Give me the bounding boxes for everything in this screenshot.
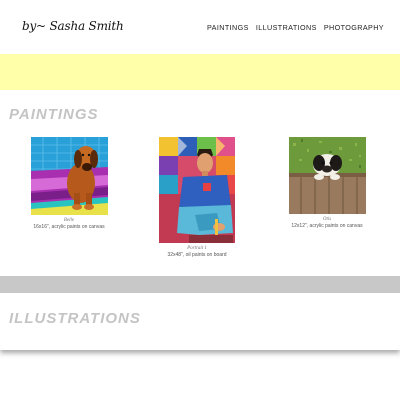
- site-logo[interactable]: by~ Sasha Smith: [22, 19, 124, 33]
- belle-painting-image[interactable]: [30, 137, 108, 215]
- site-header: by~ Sasha Smith PAINTINGS ILLUSTRATIONS …: [0, 0, 400, 54]
- illustrations-heading: ILLUSTRATIONS: [9, 310, 141, 327]
- otis-painting-image[interactable]: [288, 137, 366, 214]
- banner: [0, 54, 400, 90]
- artwork-description: 12x12", acrylic paints on canvas: [291, 223, 363, 229]
- main-nav: PAINTINGS ILLUSTRATIONS PHOTOGRAPHY: [207, 23, 384, 32]
- nav-illustrations[interactable]: ILLUSTRATIONS: [256, 23, 317, 32]
- artwork-description: 16x16", acrylic paints on canvas: [33, 224, 105, 230]
- artwork-card-portrait-1[interactable]: Portrait 1 32x48", oil paints on board: [137, 137, 257, 258]
- artwork-title: Portrait 1: [187, 246, 207, 251]
- nav-paintings[interactable]: PAINTINGS: [207, 23, 249, 32]
- artwork-title: Belle: [63, 218, 75, 223]
- portrait-1-painting-image[interactable]: [159, 137, 235, 243]
- artwork-title: Otis: [322, 217, 332, 222]
- artwork-description: 32x48", oil paints on board: [167, 252, 227, 258]
- section-divider: [0, 276, 400, 293]
- page: by~ Sasha Smith PAINTINGS ILLUSTRATIONS …: [0, 0, 400, 350]
- paintings-heading: PAINTINGS: [9, 106, 99, 123]
- artwork-card-otis[interactable]: Otis 12x12", acrylic paints on canvas: [267, 137, 387, 229]
- artwork-card-belle[interactable]: Belle 16x16", acrylic paints on canvas: [9, 137, 129, 230]
- nav-photography[interactable]: PHOTOGRAPHY: [324, 23, 384, 32]
